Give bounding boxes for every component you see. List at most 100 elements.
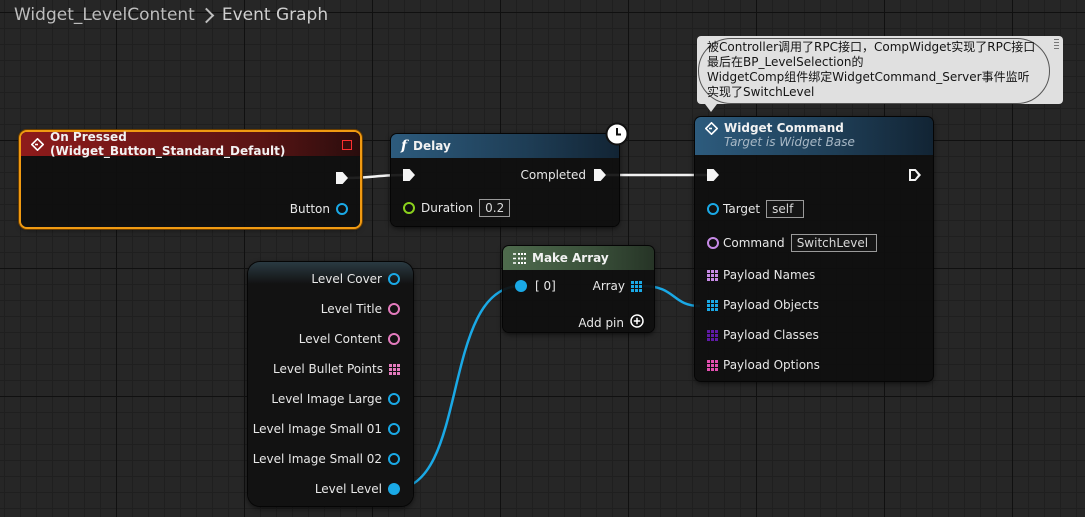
element-0-input-pin[interactable]: [ 0] — [515, 279, 556, 293]
payload-options-input-pin[interactable]: Payload Options — [707, 358, 820, 372]
add-pin-button[interactable]: Add pin — [578, 314, 644, 331]
exec-output-pin[interactable] — [336, 172, 348, 184]
add-circle-icon[interactable] — [630, 314, 644, 331]
target-input-pin[interactable]: Target self — [707, 200, 805, 218]
name-array-pin-icon[interactable] — [707, 269, 718, 281]
pin-label: Duration — [421, 201, 474, 215]
on-pressed-event-node[interactable]: On Pressed (Widget_Button_Standard_Defau… — [21, 130, 360, 227]
level-image-large-output-pin[interactable]: Level Image Large — [271, 392, 400, 406]
command-value-field[interactable]: SwitchLevel — [790, 234, 877, 252]
on-pressed-header[interactable]: On Pressed (Widget_Button_Standard_Defau… — [21, 130, 360, 158]
object-wire-level-to-array — [393, 284, 522, 491]
pin-label: Payload Classes — [723, 328, 819, 342]
widget-command-node[interactable]: Widget Command Target is Widget Base Tar… — [695, 117, 933, 381]
delay-header[interactable]: f Delay — [391, 134, 619, 158]
exec-input-pin-icon[interactable] — [707, 169, 719, 181]
object-pin-icon[interactable] — [707, 203, 719, 215]
widget-command-header[interactable]: Widget Command Target is Widget Base — [695, 117, 933, 155]
exec-output-pin-icon[interactable] — [336, 172, 348, 184]
make-array-header[interactable]: Make Array — [503, 246, 654, 270]
pin-label: Command — [723, 236, 785, 250]
node-title: On Pressed (Widget_Button_Standard_Defau… — [50, 130, 286, 158]
pin-label: Payload Options — [723, 358, 820, 372]
text-pin-icon[interactable] — [388, 333, 400, 345]
comment-bubble-tail — [705, 104, 717, 112]
command-input-pin[interactable]: Command SwitchLevel — [707, 234, 877, 252]
payload-classes-input-pin[interactable]: Payload Classes — [707, 328, 819, 342]
node-title: Widget Command — [724, 121, 844, 135]
node-subtitle: Target is Widget Base — [724, 135, 855, 149]
pin-label: Level Image Small 01 — [252, 422, 382, 436]
level-cover-output-pin[interactable]: Level Cover — [311, 272, 400, 286]
duration-input-pin[interactable]: Duration 0.2 — [403, 199, 511, 217]
class-array-pin-icon[interactable] — [707, 329, 718, 341]
payload-names-input-pin[interactable]: Payload Names — [707, 268, 815, 282]
text-array-pin-icon[interactable] — [707, 359, 718, 371]
pin-label: Level Title — [320, 302, 382, 316]
exec-input-pin[interactable] — [707, 169, 719, 181]
node-title: Make Array — [532, 251, 609, 265]
break-level-struct-node[interactable]: Level Cover Level Title Level Content Le… — [248, 262, 413, 506]
node-comment-bubble[interactable]: 被Controller调用了RPC接口，CompWidget实现了RPC接口 最… — [697, 36, 1063, 112]
object-pin-icon[interactable] — [336, 203, 348, 215]
pin-label: Button — [289, 202, 330, 216]
custom-event-icon — [705, 121, 718, 135]
array-output-pin[interactable]: Array — [593, 279, 642, 293]
button-output-pin[interactable]: Button — [290, 202, 348, 216]
object-pin-icon[interactable] — [388, 483, 400, 495]
pin-label: Level Image Large — [271, 392, 382, 406]
pin-label: Completed — [520, 168, 586, 182]
pin-label: Target — [723, 202, 761, 216]
pin-label: Array — [592, 279, 625, 293]
pin-label: Payload Names — [723, 268, 816, 282]
exec-output-pin-icon[interactable] — [594, 169, 606, 181]
make-array-icon — [513, 252, 526, 264]
exec-output-pin-icon[interactable] — [909, 169, 921, 181]
pin-label: Level Level — [314, 482, 382, 496]
add-pin-label: Add pin — [578, 315, 624, 330]
comment-line: 被Controller调用了RPC接口，CompWidget实现了RPC接口 — [707, 40, 1036, 54]
pin-label: Level Image Small 02 — [252, 452, 382, 466]
pin-label: [ 0] — [535, 279, 556, 293]
object-pin-icon[interactable] — [388, 393, 400, 405]
name-pin-icon[interactable] — [707, 237, 719, 249]
breadcrumb-graph-asset[interactable]: Widget_LevelContent — [14, 5, 195, 25]
exec-input-pin[interactable] — [403, 169, 415, 181]
level-image-small-02-output-pin[interactable]: Level Image Small 02 — [253, 452, 400, 466]
level-title-output-pin[interactable]: Level Title — [321, 302, 400, 316]
text-array-pin-icon[interactable] — [389, 363, 400, 375]
clock-icon — [605, 122, 629, 149]
object-pin-icon[interactable] — [515, 280, 527, 292]
comment-line: 实现了SwitchLevel — [707, 85, 815, 99]
breadcrumb-current-graph: Event Graph — [221, 5, 329, 25]
duration-value-field[interactable]: 0.2 — [479, 199, 511, 217]
level-image-small-01-output-pin[interactable]: Level Image Small 01 — [253, 422, 400, 436]
target-value-field[interactable]: self — [766, 200, 805, 218]
level-level-output-pin[interactable]: Level Level — [315, 482, 400, 496]
level-content-output-pin[interactable]: Level Content — [299, 332, 400, 346]
level-bullet-points-output-pin[interactable]: Level Bullet Points — [273, 362, 400, 376]
pin-label: Level Content — [298, 332, 382, 346]
object-pin-icon[interactable] — [388, 273, 400, 285]
event-diamond-icon — [31, 137, 44, 151]
completed-output-pin[interactable]: Completed — [521, 168, 606, 182]
object-pin-icon[interactable] — [388, 453, 400, 465]
chevron-right-icon — [198, 7, 215, 23]
payload-objects-input-pin[interactable]: Payload Objects — [707, 298, 819, 312]
object-array-pin-icon[interactable] — [707, 299, 718, 311]
resize-grip-icon[interactable] — [1054, 39, 1059, 49]
float-pin-icon[interactable] — [403, 202, 415, 214]
object-pin-icon[interactable] — [388, 423, 400, 435]
pin-label: Level Bullet Points — [273, 362, 383, 376]
object-array-pin-icon[interactable] — [631, 280, 642, 292]
breadcrumb: Widget_LevelContent Event Graph — [0, 0, 1085, 30]
node-title: Delay — [413, 139, 451, 153]
exec-input-pin-icon[interactable] — [403, 169, 415, 181]
delegate-pin-icon[interactable] — [342, 140, 352, 150]
text-pin-icon[interactable] — [388, 303, 400, 315]
delay-node[interactable]: f Delay Completed Duration 0.2 — [391, 122, 629, 226]
pin-label: Level Cover — [311, 272, 382, 286]
pin-label: Payload Objects — [723, 298, 819, 312]
make-array-node[interactable]: Make Array [ 0] Array Add pin — [503, 246, 654, 332]
exec-output-pin[interactable] — [909, 169, 921, 181]
